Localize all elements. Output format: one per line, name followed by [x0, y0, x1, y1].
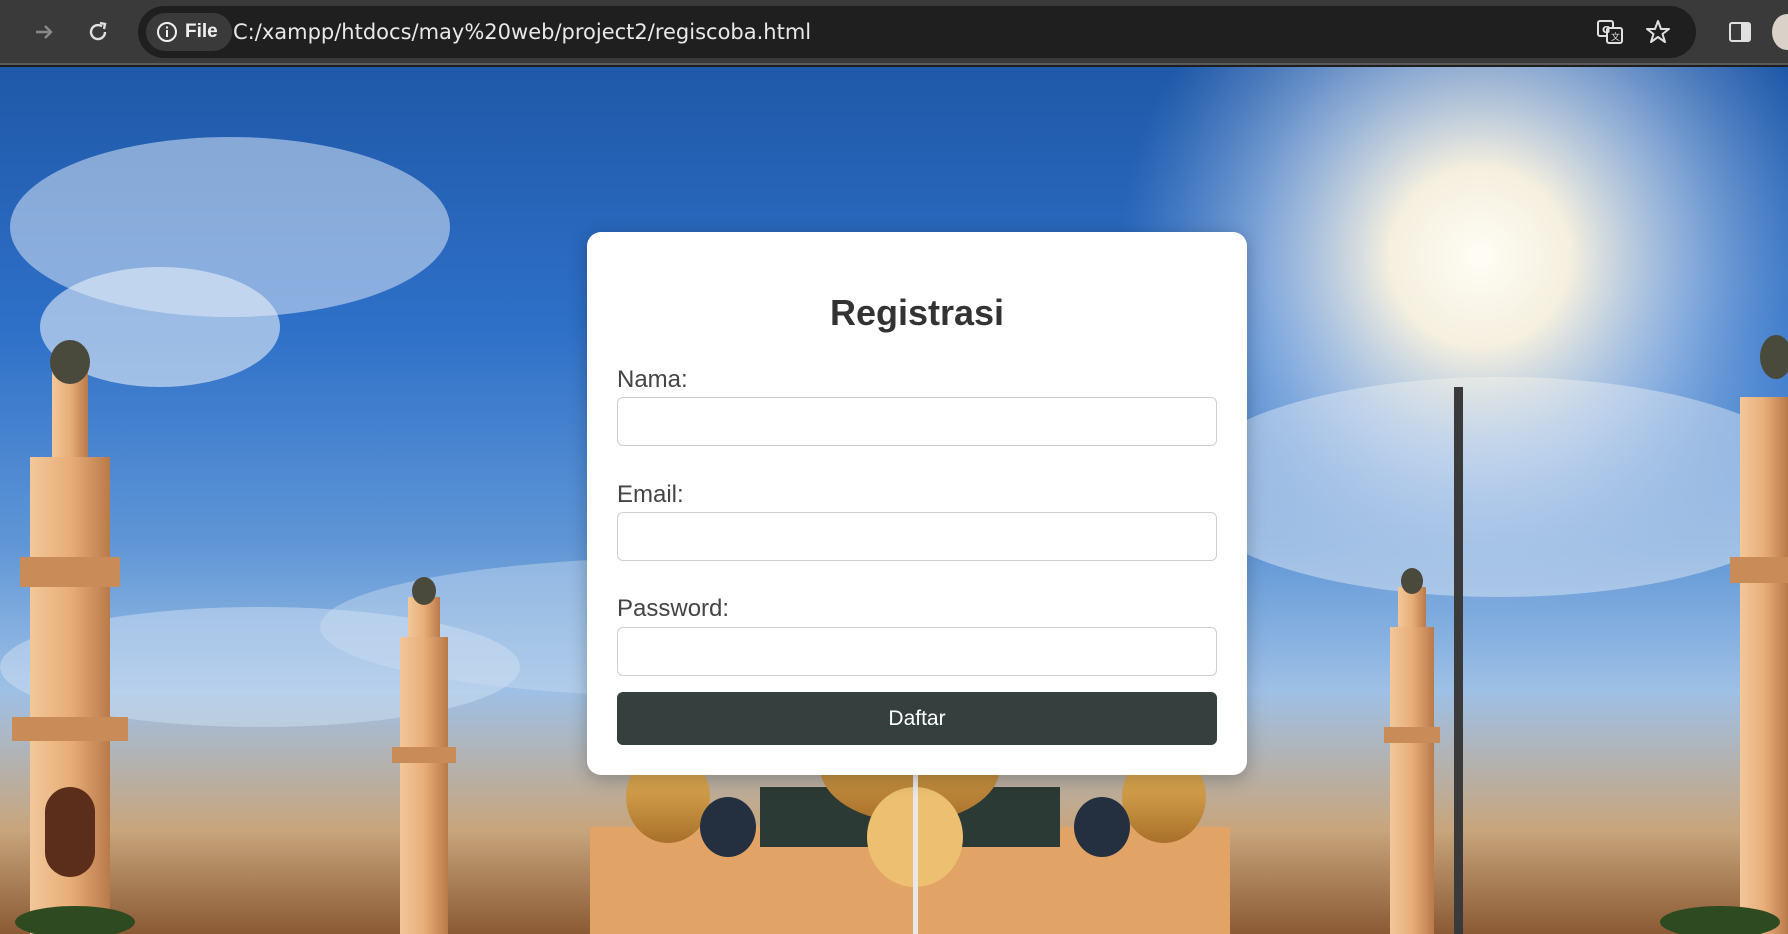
info-icon	[157, 22, 177, 42]
bookmark-button[interactable]	[1642, 16, 1674, 48]
email-label: Email:	[617, 481, 684, 508]
reload-button[interactable]	[78, 12, 118, 52]
translate-button[interactable]: G 文	[1594, 16, 1626, 48]
side-panel-icon	[1729, 22, 1751, 42]
password-input[interactable]	[617, 627, 1217, 676]
registration-card: Registrasi Nama: Email: Password: Daftar	[587, 232, 1247, 775]
email-input[interactable]	[617, 512, 1217, 561]
browser-toolbar: File C:/xampp/htdocs/may%20web/project2/…	[0, 0, 1788, 65]
site-info-label: File	[185, 21, 218, 42]
translate-icon: G 文	[1597, 20, 1623, 44]
profile-avatar[interactable]	[1772, 14, 1788, 50]
name-input[interactable]	[617, 397, 1217, 446]
side-panel-button[interactable]	[1722, 14, 1758, 50]
register-submit-button[interactable]: Daftar	[617, 692, 1217, 745]
page-viewport: Registrasi Nama: Email: Password: Daftar	[0, 67, 1788, 934]
svg-text:G: G	[1602, 25, 1610, 36]
url-text[interactable]: C:/xampp/htdocs/may%20web/project2/regis…	[233, 6, 811, 58]
star-icon	[1646, 20, 1670, 43]
name-label: Nama:	[617, 366, 688, 393]
form-title: Registrasi	[829, 292, 1005, 333]
password-label: Password:	[617, 595, 730, 622]
reload-icon	[89, 21, 107, 41]
address-bar[interactable]: File C:/xampp/htdocs/may%20web/project2/…	[138, 6, 1696, 58]
svg-text:文: 文	[1611, 31, 1620, 43]
site-info-chip[interactable]: File	[146, 13, 232, 51]
forward-button[interactable]	[24, 12, 64, 52]
arrow-right-icon	[36, 25, 53, 39]
